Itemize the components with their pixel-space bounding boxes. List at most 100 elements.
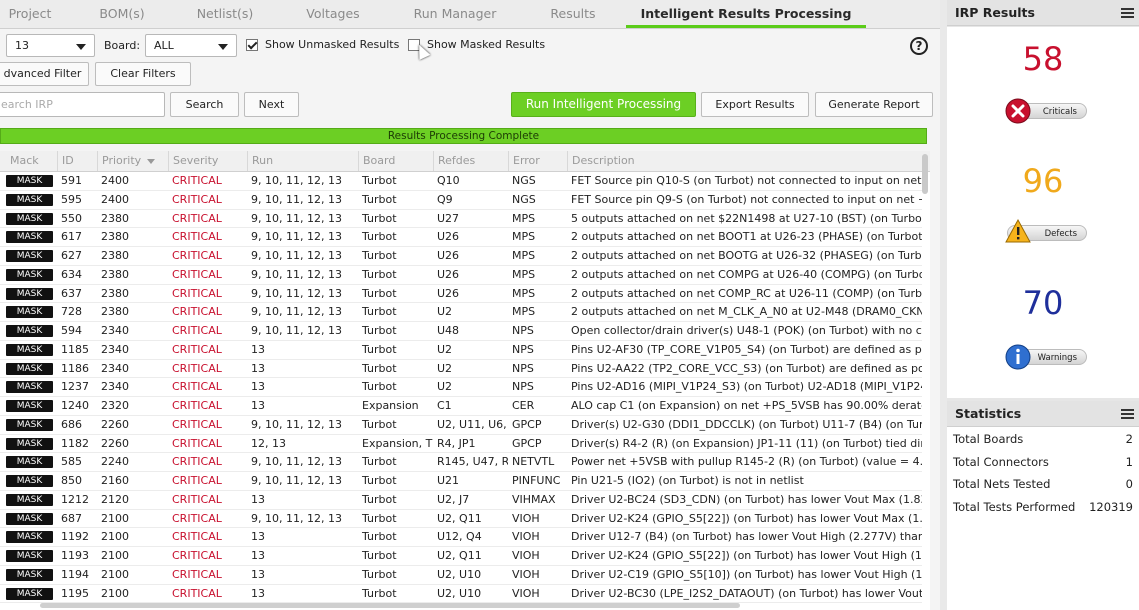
table-row[interactable]: MASK 1193 2100 CRITICAL 13 Turbot U2, Q11 VIOH D… bbox=[0, 547, 922, 566]
col-mack[interactable]: Mack bbox=[0, 151, 55, 171]
board-cell: Turbot bbox=[362, 474, 397, 487]
search-button[interactable]: Search bbox=[170, 92, 239, 117]
mask-button[interactable]: MASK bbox=[6, 475, 53, 487]
error-cell: GPCP bbox=[512, 417, 542, 431]
mask-button[interactable]: MASK bbox=[6, 325, 53, 337]
mask-button[interactable]: MASK bbox=[6, 493, 53, 506]
search-input[interactable]: earch IRP bbox=[0, 92, 165, 117]
col-priority[interactable]: Priority bbox=[97, 151, 168, 171]
mask-button[interactable]: MASK bbox=[6, 306, 53, 319]
table-row[interactable]: MASK 728 2380 CRITICAL 9, 10, 11, 12, 13 Turb… bbox=[0, 303, 922, 322]
next-button[interactable]: Next bbox=[244, 92, 299, 117]
table-row[interactable]: MASK 1212 2120 CRITICAL 13 Turbot U2, J7 VIHMAX… bbox=[0, 491, 922, 510]
id-cell: 617 bbox=[61, 230, 82, 244]
mask-button[interactable]: MASK bbox=[6, 193, 53, 206]
run-cell: 9, 10, 11, 12, 13 bbox=[251, 174, 342, 187]
severity-cell: CRITICAL bbox=[172, 455, 222, 469]
tab-boms[interactable]: BOM(s) bbox=[92, 0, 152, 28]
table-row[interactable]: MASK 1240 2320 CRITICAL 13 Expansion C1 CER ALO … bbox=[0, 397, 922, 416]
table-row[interactable]: MASK 1195 2100 CRITICAL 13 Turbot U2, U10 VIOH D… bbox=[0, 585, 922, 604]
mask-button[interactable]: MASK bbox=[6, 437, 53, 450]
mask-button[interactable]: MASK bbox=[6, 587, 53, 600]
table-row[interactable]: MASK 585 2240 CRITICAL 9, 10, 11, 12, 13 Turb… bbox=[0, 453, 922, 472]
table-row[interactable]: MASK 1192 2100 CRITICAL 13 Turbot U12, Q4 VIOH D… bbox=[0, 528, 922, 547]
col-refdes[interactable]: Refdes bbox=[433, 151, 508, 171]
severity-cell: CRITICAL bbox=[172, 474, 222, 487]
tab-netlists[interactable]: Netlist(s) bbox=[190, 0, 260, 28]
show-unmasked-checkbox[interactable] bbox=[246, 39, 258, 51]
col-error[interactable]: Error bbox=[508, 151, 567, 171]
col-id[interactable]: ID bbox=[57, 151, 97, 171]
board-select[interactable]: ALL bbox=[145, 34, 237, 57]
table-row[interactable]: MASK 637 2380 CRITICAL 9, 10, 11, 12, 13 Turb… bbox=[0, 285, 922, 304]
menu-icon[interactable] bbox=[1121, 409, 1134, 419]
table-row[interactable]: MASK 634 2380 CRITICAL 9, 10, 11, 12, 13 Turb… bbox=[0, 266, 922, 285]
table-row[interactable]: MASK 627 2380 CRITICAL 9, 10, 11, 12, 13 Turb… bbox=[0, 247, 922, 266]
advanced-filter-button[interactable]: dvanced Filter bbox=[0, 62, 89, 86]
error-cell: VIOH bbox=[512, 567, 540, 581]
mask-button[interactable]: MASK bbox=[6, 287, 53, 300]
table-row[interactable]: MASK 850 2160 CRITICAL 9, 10, 11, 12, 13 Turb… bbox=[0, 472, 922, 491]
table-row[interactable]: MASK 595 2400 CRITICAL 9, 10, 11, 12, 13 Turb… bbox=[0, 191, 922, 210]
help-icon[interactable]: ? bbox=[910, 37, 928, 55]
col-run[interactable]: Run bbox=[247, 151, 358, 171]
description-cell: 2 outputs attached on net BOOT1 at U26-2… bbox=[571, 230, 922, 244]
mask-button[interactable]: MASK bbox=[6, 343, 53, 356]
description-cell: Pins U2-AD16 (MIPI_V1P24_S3) (on Turbot)… bbox=[571, 380, 922, 394]
run-select-value: 13 bbox=[15, 39, 29, 52]
menu-icon[interactable] bbox=[1121, 8, 1134, 18]
table-row[interactable]: MASK 1186 2340 CRITICAL 13 Turbot U2 NPS Pins U2… bbox=[0, 360, 922, 379]
processing-progress-bar: Results Processing Complete bbox=[0, 128, 927, 144]
table-row[interactable]: MASK 617 2380 CRITICAL 9, 10, 11, 12, 13 Turb… bbox=[0, 228, 922, 247]
mask-button[interactable]: MASK bbox=[6, 400, 53, 412]
run-cell: 9, 10, 11, 12, 13 bbox=[251, 286, 342, 300]
horizontal-scrollbar[interactable] bbox=[40, 603, 740, 608]
mask-button[interactable]: MASK bbox=[6, 550, 53, 562]
mask-button[interactable]: MASK bbox=[6, 175, 53, 187]
id-cell: 1193 bbox=[61, 549, 89, 562]
table-row[interactable]: MASK 1182 2260 CRITICAL 12, 13 Expansion, T R4… bbox=[0, 435, 922, 454]
refdes-cell: U26 bbox=[437, 267, 460, 281]
tab-intelligent-results-processing[interactable]: Intelligent Results Processing bbox=[626, 0, 866, 28]
mask-button[interactable]: MASK bbox=[6, 268, 53, 281]
vertical-scrollbar[interactable] bbox=[922, 154, 928, 194]
tab-voltages[interactable]: Voltages bbox=[298, 0, 368, 28]
tab-project[interactable]: Project bbox=[0, 0, 60, 28]
run-cell: 13 bbox=[251, 342, 265, 356]
mask-button[interactable]: MASK bbox=[6, 512, 53, 525]
table-row[interactable]: MASK 591 2400 CRITICAL 9, 10, 11, 12, 13 Turb… bbox=[0, 172, 922, 191]
table-row[interactable]: MASK 550 2380 CRITICAL 9, 10, 11, 12, 13 Turb… bbox=[0, 210, 922, 229]
run-select[interactable]: 13 bbox=[6, 34, 95, 57]
run-cell: 9, 10, 11, 12, 13 bbox=[251, 192, 342, 206]
priority-cell: 2380 bbox=[101, 305, 129, 319]
board-cell: Turbot bbox=[362, 361, 397, 375]
tab-run-manager[interactable]: Run Manager bbox=[405, 0, 505, 28]
mask-button[interactable]: MASK bbox=[6, 456, 53, 469]
table-row[interactable]: MASK 1194 2100 CRITICAL 13 Turbot U2, U10 VIOH D… bbox=[0, 566, 922, 585]
table-row[interactable]: MASK 686 2260 CRITICAL 9, 10, 11, 12, 13 Turb… bbox=[0, 416, 922, 435]
refdes-cell: U2 bbox=[437, 305, 453, 319]
generate-report-button[interactable]: Generate Report bbox=[815, 92, 933, 117]
mask-button[interactable]: MASK bbox=[6, 231, 53, 244]
table-row[interactable]: MASK 1237 2340 CRITICAL 13 Turbot U2 NPS Pins U2… bbox=[0, 378, 922, 397]
mask-button[interactable]: MASK bbox=[6, 362, 53, 375]
export-results-button[interactable]: Export Results bbox=[701, 92, 809, 117]
error-cell: VIHMAX bbox=[512, 492, 556, 506]
mask-button[interactable]: MASK bbox=[6, 418, 53, 431]
mask-button[interactable]: MASK bbox=[6, 250, 53, 262]
mask-button[interactable]: MASK bbox=[6, 381, 53, 394]
table-row[interactable]: MASK 1185 2340 CRITICAL 13 Turbot U2 NPS Pins U2… bbox=[0, 341, 922, 360]
tab-results[interactable]: Results bbox=[540, 0, 606, 28]
mask-button[interactable]: MASK bbox=[6, 212, 53, 225]
mask-button[interactable]: MASK bbox=[6, 568, 53, 581]
priority-cell: 2320 bbox=[101, 399, 129, 412]
error-cell: GPCP bbox=[512, 436, 542, 450]
mask-button[interactable]: MASK bbox=[6, 531, 53, 544]
col-severity[interactable]: Severity bbox=[168, 151, 247, 171]
col-board[interactable]: Board bbox=[358, 151, 433, 171]
run-intelligent-processing-button[interactable]: Run Intelligent Processing bbox=[511, 92, 696, 117]
col-description[interactable]: Description bbox=[567, 151, 930, 171]
table-row[interactable]: MASK 687 2100 CRITICAL 9, 10, 11, 12, 13 Turb… bbox=[0, 510, 922, 529]
clear-filters-button[interactable]: Clear Filters bbox=[95, 62, 191, 86]
table-row[interactable]: MASK 594 2340 CRITICAL 9, 10, 11, 12, 13 Turb… bbox=[0, 322, 922, 341]
